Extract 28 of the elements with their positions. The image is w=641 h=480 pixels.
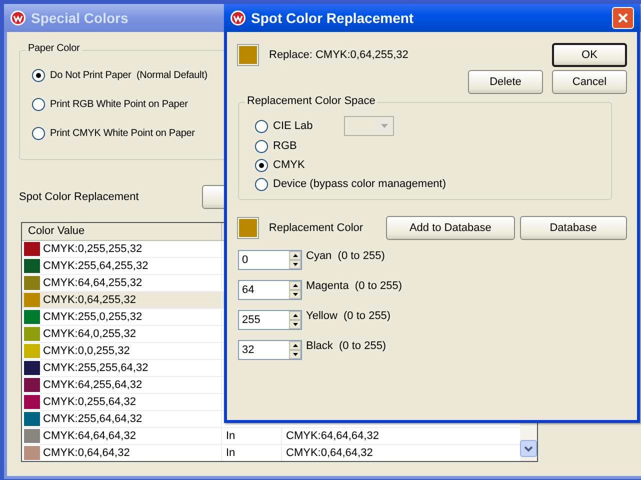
table-cell-text: CMYK:0,64,255,32 (43, 294, 137, 306)
table-cell-text: CMYK:255,255,64,32 (43, 362, 150, 374)
table-cell: CMYK:64,64,64,32 (281, 428, 461, 444)
window-title: Spot Color Replacement (251, 10, 414, 26)
table-cell-text: CMYK:0,255,255,32 (43, 243, 144, 255)
table-cell-text: CMYK:255,64,255,32 (43, 260, 150, 272)
channel-label: Magenta (0 to 255) (306, 280, 402, 292)
table-cell-text: CMYK:255,64,64,32 (43, 413, 144, 425)
table-cell-text: CMYK:0,64,64,32 (43, 447, 131, 459)
table-cell-text: CMYK:255,0,255,32 (43, 311, 144, 323)
replace-label: Replace: CMYK:0,64,255,32 (269, 49, 410, 61)
channel-label: Black (0 to 255) (306, 340, 386, 352)
table-cell: CMYK:0,64,64,32 (281, 445, 461, 461)
table-cell: In (221, 445, 281, 461)
channel-label: Cyan (0 to 255) (306, 250, 385, 262)
table-cell-text: CMYK:64,64,64,32 (43, 430, 137, 442)
table-cell-text: CMYK:64,0,255,32 (43, 328, 137, 340)
group-title: Paper Color (26, 43, 82, 54)
section-label: Spot Color Replacement (19, 191, 139, 203)
window-title: Special Colors (31, 10, 128, 26)
group-title: Replacement Color Space (245, 95, 378, 107)
table-cell: In (221, 428, 281, 444)
table-cell-text: CMYK:64,64,255,32 (43, 277, 144, 289)
replacement-label: Replacement Color (268, 222, 364, 234)
table-cell-text: CMYK:0,0,255,32 (43, 345, 131, 357)
table-cell-text: CMYK:0,255,64,32 (43, 396, 137, 408)
table-cell-text: CMYK:64,255,64,32 (43, 379, 144, 391)
channel-label: Yellow (0 to 255) (306, 310, 391, 322)
